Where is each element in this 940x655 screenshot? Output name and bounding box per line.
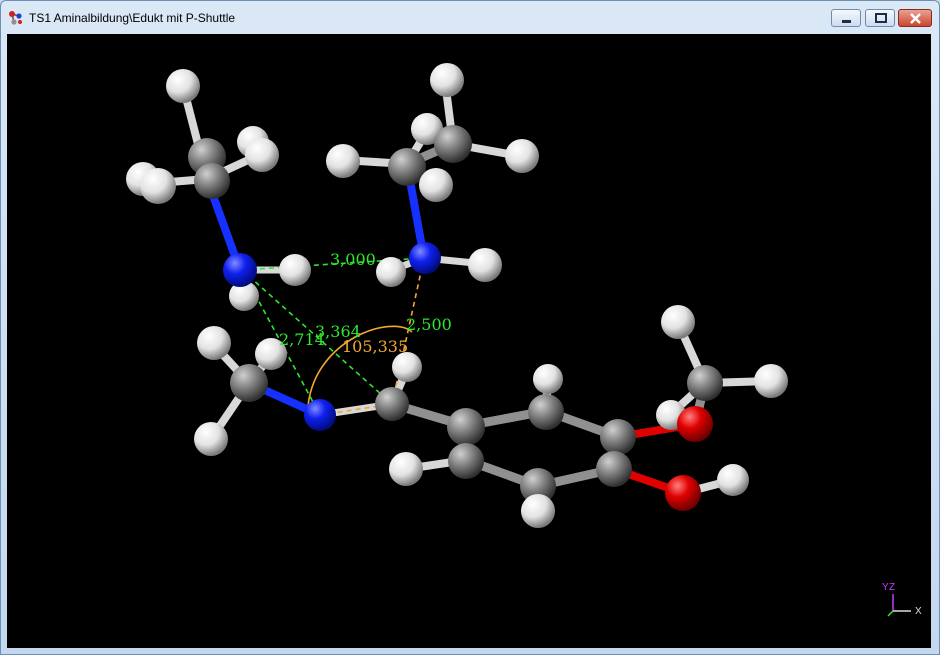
oxygen-atom	[665, 475, 701, 511]
hydrogen-atom	[166, 69, 200, 103]
hydrogen-atom	[389, 452, 423, 486]
carbon-atom	[600, 419, 636, 455]
axis-x-label: X	[915, 606, 922, 617]
hydrogen-atom	[533, 364, 563, 394]
hydrogen-atom	[140, 168, 176, 204]
axis-z-label: Z	[889, 582, 895, 593]
close-icon	[910, 13, 921, 24]
hydrogen-atom	[419, 168, 453, 202]
hydrogen-atom	[376, 257, 406, 287]
axis-y-label: Y	[882, 582, 889, 593]
window-title: TS1 Aminalbildung\Edukt mit P-Shuttle	[29, 11, 236, 25]
hydrogen-atom	[754, 364, 788, 398]
nitrogen-atom	[304, 399, 336, 431]
close-button[interactable]	[898, 9, 932, 27]
application-window: TS1 Aminalbildung\Edukt mit P-Shuttle 3,…	[0, 0, 940, 655]
distance-label-2500: 2,500	[406, 315, 452, 334]
hydrogen-atom	[505, 139, 539, 173]
molecule-viewport[interactable]: 3,000 2,714 3,364 2,500 105,335 Y Z X	[7, 34, 931, 648]
atoms[interactable]	[126, 63, 788, 528]
hydrogen-atom	[430, 63, 464, 97]
molecule-canvas[interactable]: 3,000 2,714 3,364 2,500 105,335 Y Z X	[7, 34, 931, 648]
oxygen-atom	[677, 406, 713, 442]
maximize-icon	[875, 13, 887, 23]
axis-z-line	[887, 610, 894, 617]
carbon-atom	[448, 443, 484, 479]
hydrogen-atom	[392, 352, 422, 382]
hydrogen-atom	[197, 326, 231, 360]
title-bar[interactable]: TS1 Aminalbildung\Edukt mit P-Shuttle	[1, 1, 939, 35]
nitrogen-atom	[223, 253, 257, 287]
hydrogen-atom	[245, 138, 279, 172]
hydrogen-atom	[194, 422, 228, 456]
carbon-atom	[434, 125, 472, 163]
minimize-icon	[842, 20, 851, 23]
distance-label-nn: 3,000	[330, 250, 376, 269]
hydrogen-atom	[279, 254, 311, 286]
carbon-atom	[528, 394, 564, 430]
carbon-atom	[447, 408, 485, 446]
maximize-button[interactable]	[865, 9, 895, 27]
angle-label: 105,335	[342, 337, 408, 356]
hydrogen-atom	[468, 248, 502, 282]
carbon-atom	[375, 387, 409, 421]
carbon-atom	[194, 163, 230, 199]
axis-triad: Y Z X	[882, 582, 922, 617]
carbon-atom	[687, 365, 723, 401]
carbon-atom	[230, 364, 268, 402]
carbon-atom	[596, 451, 632, 487]
nitrogen-atom	[409, 242, 441, 274]
hydrogen-atom	[326, 144, 360, 178]
minimize-button[interactable]	[831, 9, 861, 27]
molecule-app-icon	[9, 11, 22, 25]
hydrogen-atom	[661, 305, 695, 339]
hydrogen-atom	[717, 464, 749, 496]
hydrogen-atom	[521, 494, 555, 528]
